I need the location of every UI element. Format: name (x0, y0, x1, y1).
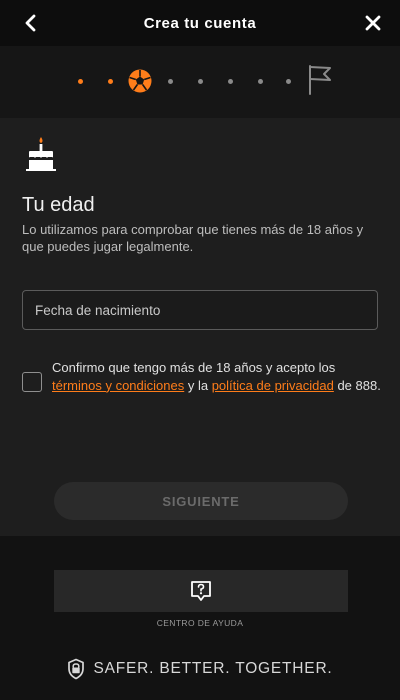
step-dot-8 (286, 79, 291, 84)
page-title: Crea tu cuenta (143, 14, 257, 32)
flag-icon (309, 65, 331, 95)
help-center-label: CENTRO DE AYUDA (156, 618, 244, 628)
birthday-cake-icon (26, 137, 56, 171)
step-dot-5 (198, 79, 203, 84)
next-button-label: SIGUIENTE (162, 493, 240, 509)
age-description: Lo utilizamos para comprobar que tienes … (22, 222, 364, 254)
step-dot-4 (168, 79, 173, 84)
progress-area (0, 46, 400, 118)
close-icon (365, 15, 381, 31)
step-dot-6 (228, 79, 233, 84)
consent-text-part: Confirmo que tengo más de 18 años y acep… (52, 360, 336, 375)
back-button[interactable] (18, 10, 44, 36)
consent-text-part: y la (184, 377, 212, 393)
chevron-left-icon (25, 14, 36, 32)
consent-text-part: de 888. (333, 377, 381, 393)
soccer-ball-icon (128, 69, 152, 93)
close-button[interactable] (360, 10, 386, 36)
terms-link[interactable]: términos y condiciones (52, 378, 184, 393)
help-center-button[interactable] (54, 570, 348, 612)
next-button[interactable]: SIGUIENTE (54, 482, 348, 520)
birthdate-placeholder: Fecha de nacimiento (35, 302, 161, 318)
header-bar: Crea tu cuenta (0, 0, 400, 46)
birthdate-field[interactable]: Fecha de nacimiento (22, 290, 378, 330)
footer: CENTRO DE AYUDA SAFER. BETTER. TOGETHER. (0, 536, 400, 700)
tagline-text: SAFER. BETTER. TOGETHER. (93, 660, 333, 677)
help-chat-icon (191, 581, 211, 601)
age-form: Tu edad Lo utilizamos para comprobar que… (0, 118, 400, 536)
tagline: SAFER. BETTER. TOGETHER. (0, 658, 400, 680)
step-progress (70, 64, 340, 98)
consent-text: Confirmo que tengo más de 18 años y acep… (52, 359, 382, 394)
step-dot-1 (78, 79, 83, 84)
privacy-link[interactable]: política de privacidad (212, 378, 334, 393)
step-dot-2 (108, 79, 113, 84)
shield-icon (68, 658, 85, 680)
age-consent-checkbox[interactable] (22, 372, 42, 392)
step-dot-7 (258, 79, 263, 84)
age-heading: Tu edad (22, 194, 95, 216)
